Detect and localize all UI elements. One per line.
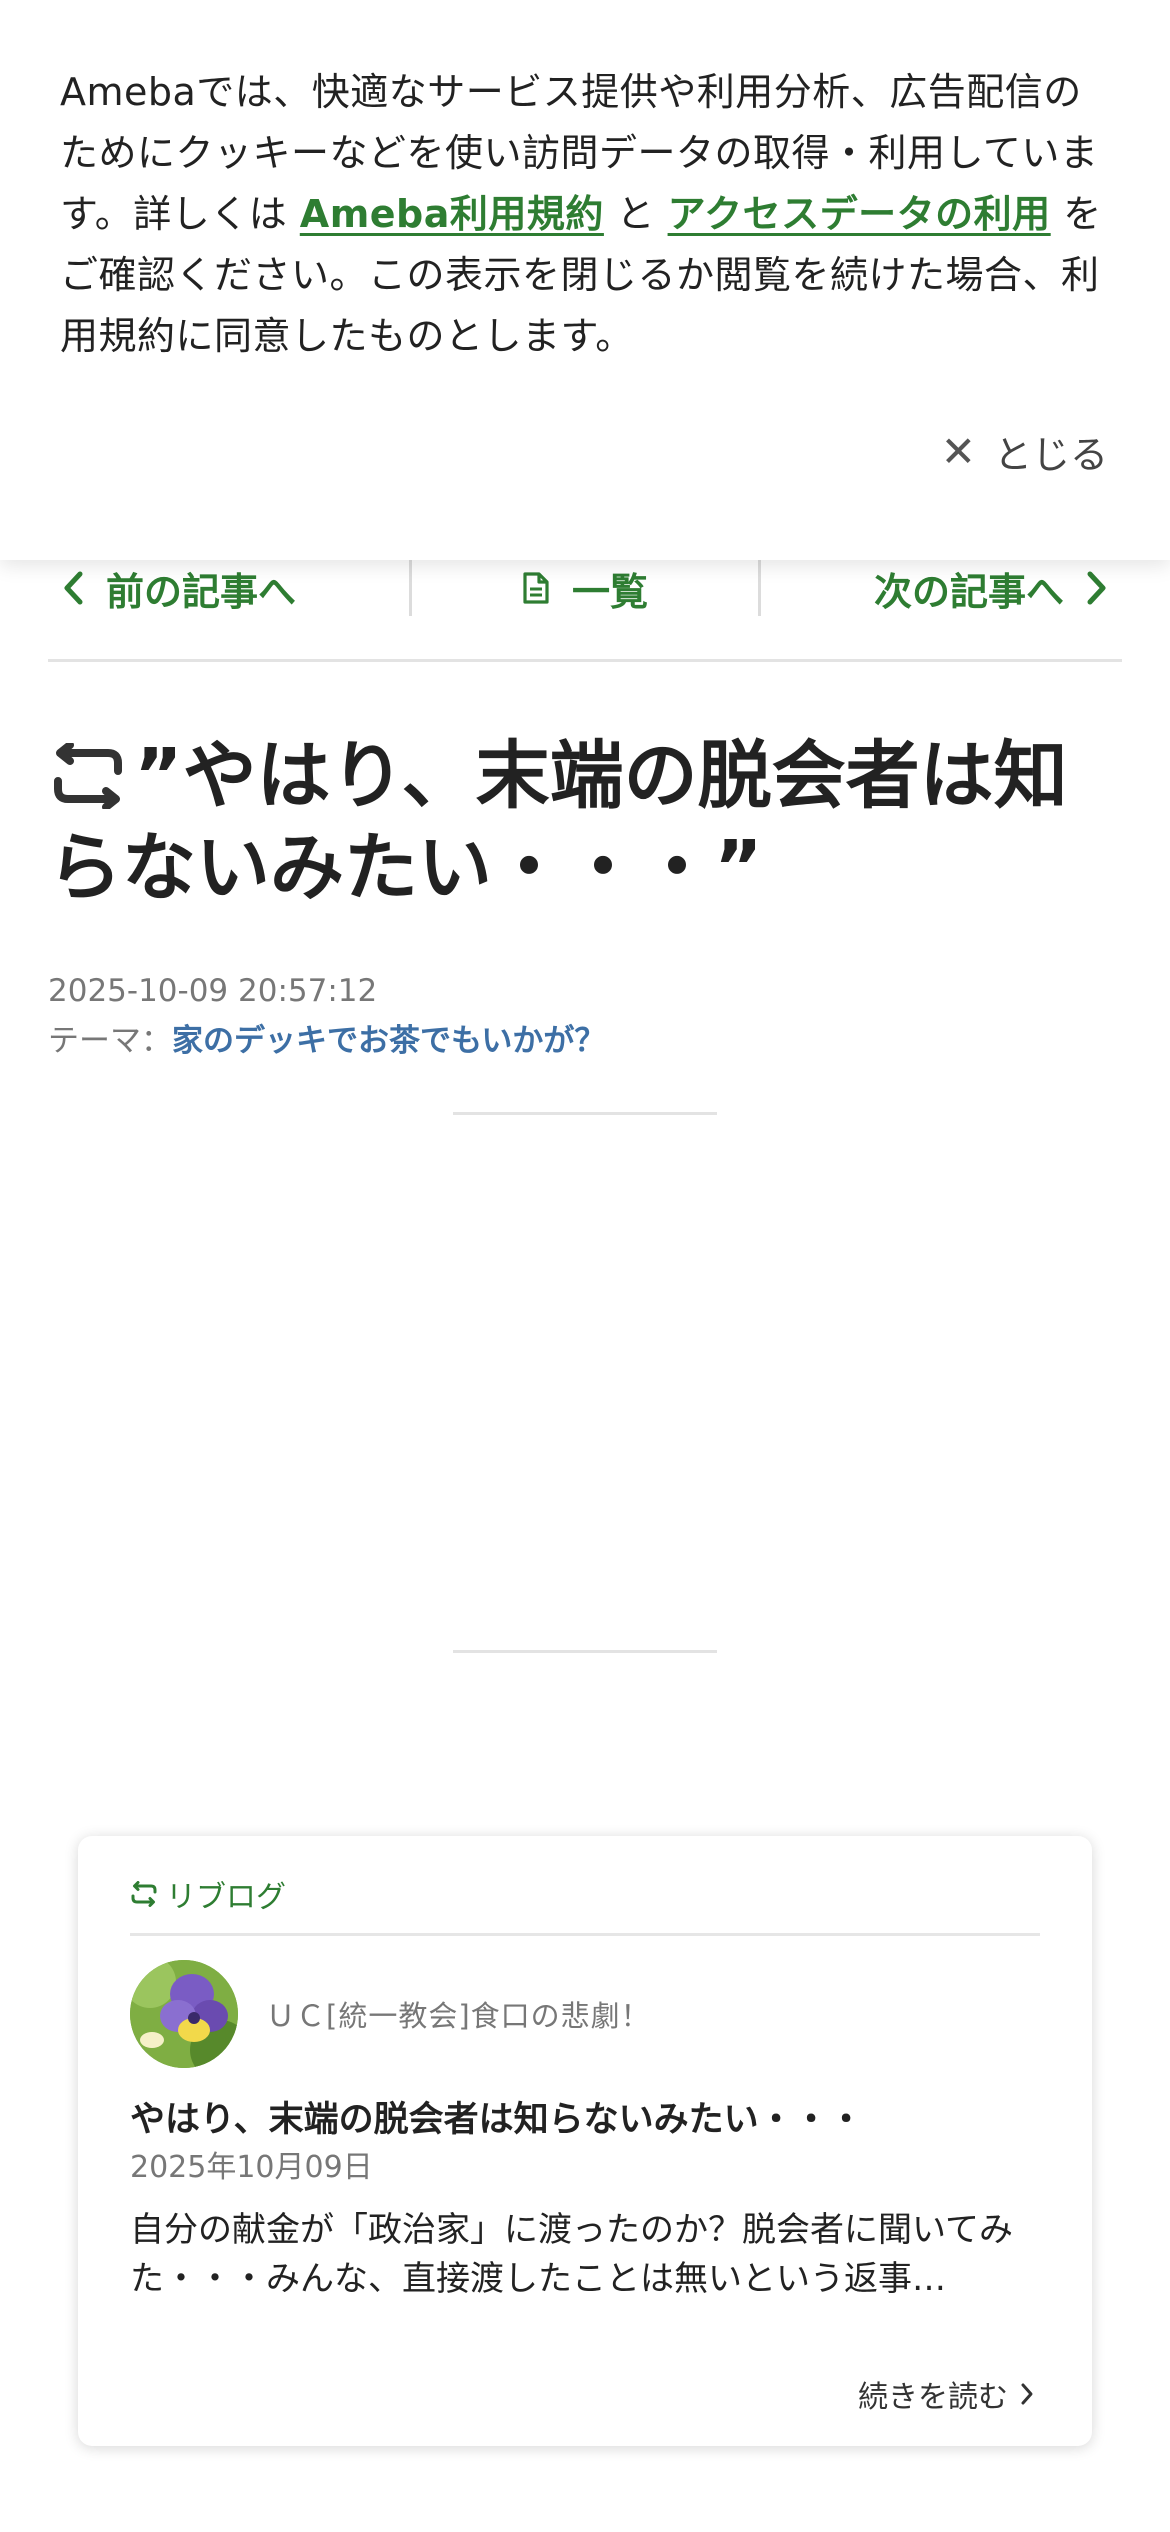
- chevron-left-icon: [64, 571, 83, 605]
- reblog-blog-info: ＵＣ[統一教会]食口の悲劇！: [130, 1960, 1040, 2068]
- avatar[interactable]: [130, 1960, 238, 2068]
- pansy-flower-image: [130, 1960, 238, 2068]
- cookie-close-button[interactable]: ✕ とじる: [941, 424, 1108, 479]
- cookie-text-part2: と: [603, 192, 668, 236]
- cookie-close-label: とじる: [993, 433, 1108, 477]
- article-title-text: ”やはり、末端の脱会者は知らないみたい・・・”: [48, 733, 1068, 911]
- close-icon: ✕: [940, 427, 976, 476]
- reblog-blog-name[interactable]: ＵＣ[統一教会]食口の悲劇！: [266, 1993, 651, 2035]
- article-datetime: 2025-10-09 20:57:12: [48, 973, 378, 1009]
- article-list-link[interactable]: 一覧: [412, 560, 759, 616]
- chevron-right-icon: [1021, 2383, 1033, 2405]
- reblog-header: リブログ: [130, 1836, 1040, 1936]
- theme-prefix: テーマ：: [48, 1023, 172, 1059]
- cookie-consent-text: Amebaでは、快適なサービス提供や利用分析、広告配信のためにクッキーなどを使い…: [60, 62, 1110, 367]
- access-data-link[interactable]: アクセスデータの利用: [668, 192, 1051, 236]
- ad-divider-bottom: [453, 1650, 717, 1653]
- article-list-label: 一覧: [572, 569, 649, 614]
- prev-article-label: 前の記事へ: [106, 569, 297, 614]
- reblog-icon: [54, 743, 122, 809]
- chevron-right-icon: [1087, 571, 1106, 605]
- article-meta: 2025-10-09 20:57:12 テーマ：家のデッキでお茶でもいかが？: [48, 966, 605, 1066]
- ad-divider-top: [453, 1112, 717, 1115]
- reblog-post-date: 2025年10月09日: [130, 2150, 373, 2185]
- ameba-terms-link[interactable]: Ameba利用規約: [300, 192, 604, 236]
- article-title: ”やはり、末端の脱会者は知らないみたい・・・”: [48, 730, 1122, 914]
- next-article-link[interactable]: 次の記事へ: [761, 560, 1122, 616]
- article-navigation: 前の記事へ 一覧 次の記事へ: [48, 560, 1122, 662]
- reblog-icon: [131, 1880, 157, 1907]
- document-icon: [523, 572, 549, 604]
- theme-link[interactable]: 家のデッキでお茶でもいかが？: [172, 1023, 605, 1059]
- reblog-card[interactable]: リブログ ＵＣ[統一教会]食口の悲劇！ やはり、末端の脱会者は知らないみたい・・…: [78, 1836, 1092, 2446]
- prev-article-link[interactable]: 前の記事へ: [48, 560, 409, 616]
- reblog-header-label: リブログ: [166, 1879, 286, 1915]
- reblog-post-excerpt: 自分の献金が「政治家」に渡ったのか？脱会者に聞いてみた・・・みんな、直接渡したこ…: [130, 2210, 1013, 2299]
- next-article-label: 次の記事へ: [874, 569, 1065, 614]
- read-more-link[interactable]: 続きを読む: [858, 2372, 1034, 2416]
- read-more-label: 続きを読む: [858, 2380, 1008, 2415]
- article-theme: テーマ：家のデッキでお茶でもいかが？: [48, 1016, 605, 1066]
- reblog-post-title[interactable]: やはり、末端の脱会者は知らないみたい・・・: [130, 2096, 1040, 2144]
- cookie-consent-banner: Amebaでは、快適なサービス提供や利用分析、広告配信のためにクッキーなどを使い…: [0, 0, 1170, 560]
